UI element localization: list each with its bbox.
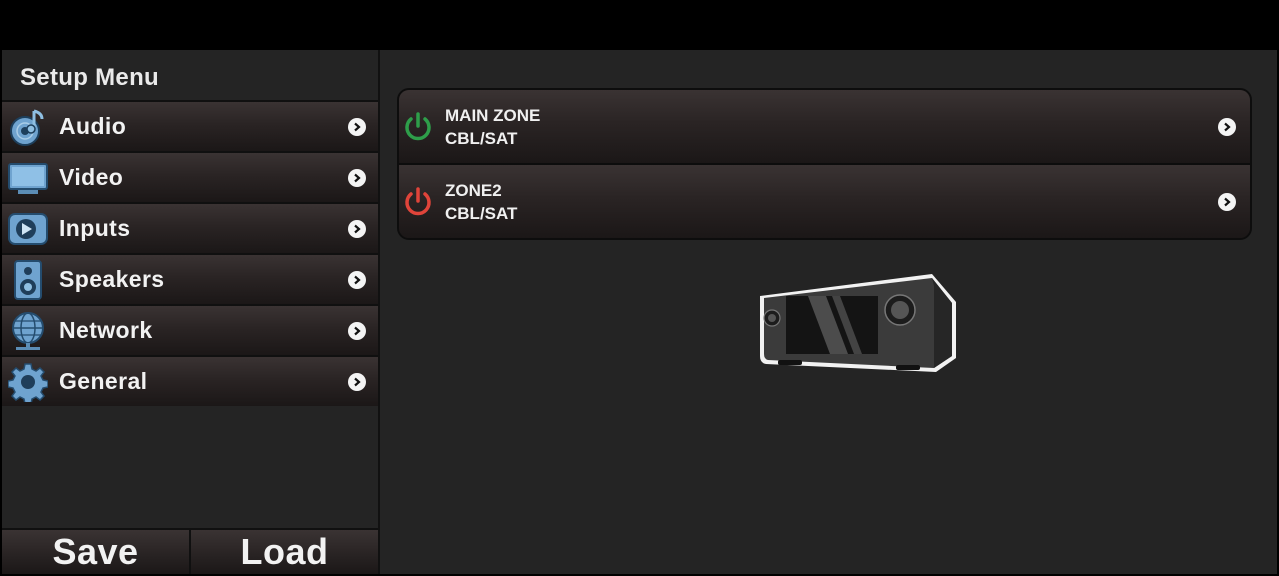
av-receiver-image [760, 274, 956, 372]
zone-info: ZONE2 CBL/SAT [445, 179, 517, 225]
zone-info: MAIN ZONE CBL/SAT [445, 104, 540, 150]
chevron-right-icon [1218, 117, 1236, 136]
chevron-right-icon [348, 117, 366, 136]
menu-label-audio: Audio [59, 113, 127, 139]
zone-name: MAIN ZONE [445, 105, 541, 125]
gear-icon [6, 362, 50, 402]
power-off-icon[interactable] [401, 185, 435, 219]
menu-label-inputs: Inputs [59, 215, 131, 241]
menu-label-general: General [59, 368, 148, 394]
chevron-right-icon [348, 372, 366, 391]
menu-label-network: Network [59, 317, 153, 343]
globe-icon [6, 311, 50, 351]
menu-label-speakers: Speakers [59, 266, 165, 292]
input-arrow-icon [6, 209, 50, 249]
menu-label-video: Video [59, 164, 124, 190]
save-button[interactable]: Save [2, 530, 189, 574]
load-button[interactable]: Load [189, 530, 378, 574]
menu-item-general[interactable]: General [2, 355, 378, 406]
main-panel: MAIN ZONE CBL/SAT ZONE2 CBL/SAT [380, 50, 1277, 574]
zone-source: CBL/SAT [445, 128, 518, 148]
chevron-right-icon [1218, 192, 1236, 211]
menu-item-speakers[interactable]: Speakers [2, 253, 378, 304]
chevron-right-icon [348, 270, 366, 289]
chevron-right-icon [348, 321, 366, 340]
zone-name: ZONE2 [445, 180, 502, 200]
monitor-icon [6, 158, 50, 198]
zone-row-zone2[interactable]: ZONE2 CBL/SAT [399, 163, 1250, 238]
menu-item-inputs[interactable]: Inputs [2, 202, 378, 253]
setup-sidebar: Setup Menu Audio Video Inputs Speakers N… [2, 50, 380, 574]
zone-list: MAIN ZONE CBL/SAT ZONE2 CBL/SAT [397, 88, 1252, 240]
speaker-icon [6, 259, 50, 300]
chevron-right-icon [348, 168, 366, 187]
zone-source: CBL/SAT [445, 203, 518, 223]
menu-item-audio[interactable]: Audio [2, 100, 378, 151]
audio-disc-icon [6, 107, 50, 147]
footer-buttons: Save Load [2, 528, 378, 574]
sidebar-title: Setup Menu [20, 64, 159, 91]
menu-item-network[interactable]: Network [2, 304, 378, 355]
power-on-icon[interactable] [401, 110, 435, 144]
chevron-right-icon [348, 219, 366, 238]
menu-item-video[interactable]: Video [2, 151, 378, 202]
zone-row-main[interactable]: MAIN ZONE CBL/SAT [399, 90, 1250, 163]
top-bar [0, 0, 1279, 50]
